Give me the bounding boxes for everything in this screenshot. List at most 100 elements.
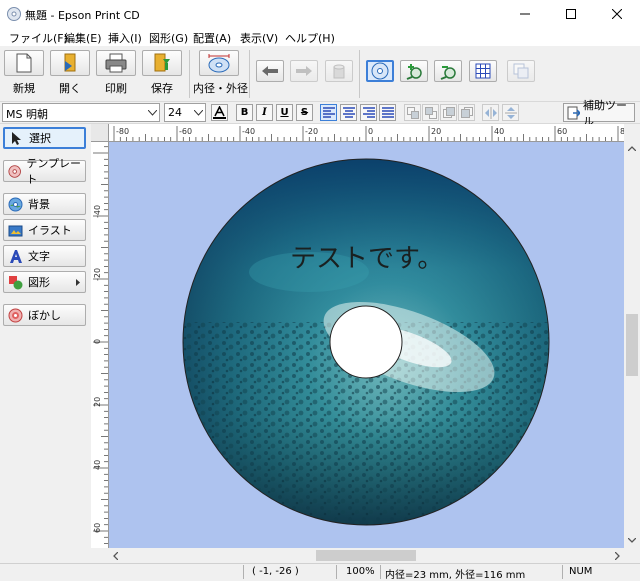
- new-button[interactable]: [4, 50, 44, 76]
- status-separator: [243, 565, 244, 579]
- ruler-label: 80: [620, 127, 624, 136]
- background-button[interactable]: 背景: [3, 193, 86, 215]
- vertical-ruler-scale: -40 -20 0 20 40 60: [93, 146, 108, 545]
- select-tool-button[interactable]: 選択: [3, 127, 86, 149]
- backward-button[interactable]: [458, 104, 475, 121]
- assist-tool-icon: [567, 106, 580, 119]
- tool-panel: 選択 テンプレート 背景 イラスト 文字 図形 ぼかし: [0, 124, 91, 564]
- undo-button[interactable]: [256, 60, 284, 82]
- bring-front-button[interactable]: [404, 104, 421, 121]
- print-label: 印刷: [105, 82, 127, 95]
- scroll-left-icon[interactable]: [113, 552, 118, 560]
- ruler-label: -20: [305, 127, 318, 136]
- align-right-button[interactable]: [360, 104, 377, 121]
- flip-horizontal-button[interactable]: [482, 104, 499, 121]
- font-name-select[interactable]: MS 明朝: [2, 103, 160, 122]
- scroll-right-icon[interactable]: [615, 552, 620, 560]
- text-color-button[interactable]: [211, 104, 228, 121]
- disc-view-icon: [371, 62, 389, 80]
- forward-button[interactable]: [440, 104, 457, 121]
- align-center-icon: [342, 107, 355, 118]
- num-lock-indicator: NUM: [569, 566, 593, 577]
- menu-insert[interactable]: 挿入(I): [108, 30, 142, 46]
- justify-icon: [381, 107, 394, 118]
- close-button[interactable]: [594, 0, 640, 28]
- template-icon: [8, 164, 21, 178]
- background-icon: [8, 197, 23, 211]
- ruler-label: -40: [93, 205, 102, 218]
- vertical-scroll-thumb[interactable]: [626, 314, 638, 376]
- toolbar-separator: [359, 50, 360, 98]
- zoom-out-button[interactable]: [434, 60, 462, 82]
- scroll-up-icon[interactable]: [628, 146, 636, 151]
- blur-icon: [8, 308, 23, 322]
- text-tool-label: 文字: [28, 250, 50, 263]
- assist-tool-button[interactable]: 補助ツール: [563, 99, 635, 128]
- zoom-in-button[interactable]: [400, 60, 428, 82]
- full-view-button[interactable]: [366, 60, 394, 82]
- illust-button[interactable]: イラスト: [3, 219, 86, 241]
- open-button[interactable]: [50, 50, 90, 76]
- horizontal-scrollbar[interactable]: [109, 548, 624, 563]
- strike-button[interactable]: S: [296, 104, 313, 121]
- text-tool-icon: [10, 249, 22, 263]
- menu-edit[interactable]: 編集(E): [64, 30, 102, 46]
- menu-file[interactable]: ファイル(F): [9, 30, 68, 46]
- font-size-select[interactable]: 24: [164, 103, 206, 122]
- horizontal-scroll-thumb[interactable]: [316, 550, 416, 561]
- underline-button[interactable]: U: [276, 104, 293, 121]
- flip-vertical-button[interactable]: [502, 104, 519, 121]
- status-separator: [380, 565, 381, 579]
- print-canvas[interactable]: テストです。: [109, 142, 624, 548]
- send-back-button[interactable]: [422, 104, 439, 121]
- fit-page-icon: [513, 63, 529, 79]
- print-button[interactable]: [96, 50, 136, 76]
- pointer-icon: [12, 131, 21, 145]
- menu-view[interactable]: 表示(V): [240, 30, 278, 46]
- new-label: 新規: [13, 82, 35, 95]
- zoom-level: 100%: [346, 566, 375, 577]
- shape-tool-icon: [9, 275, 23, 289]
- ruler-label: -80: [116, 127, 129, 136]
- maximize-icon: [566, 9, 576, 19]
- align-center-button[interactable]: [340, 104, 357, 121]
- diameter-button[interactable]: [199, 50, 239, 76]
- ruler-label: 40: [494, 127, 504, 136]
- save-button[interactable]: [142, 50, 182, 76]
- vertical-scrollbar[interactable]: [624, 142, 640, 548]
- minimize-icon: [520, 13, 530, 15]
- font-name-value: MS 明朝: [6, 108, 48, 121]
- justify-button[interactable]: [379, 104, 396, 121]
- bold-button[interactable]: B: [236, 104, 253, 121]
- scroll-down-icon[interactable]: [628, 538, 636, 543]
- maximize-button[interactable]: [548, 0, 594, 28]
- italic-button[interactable]: I: [256, 104, 273, 121]
- menu-help[interactable]: ヘルプ(H): [285, 30, 335, 46]
- new-document-icon: [16, 53, 32, 73]
- cursor-coords: ( -1, -26 ): [252, 566, 299, 577]
- menu-arrange[interactable]: 配置(A): [193, 30, 231, 46]
- menu-shape[interactable]: 図形(G): [149, 30, 188, 46]
- close-icon: [612, 9, 622, 19]
- title-bar: 無題 - Epson Print CD: [0, 0, 640, 28]
- illust-icon: [8, 225, 23, 236]
- grid-icon: [475, 63, 491, 79]
- status-separator: [336, 565, 337, 579]
- delete-button[interactable]: [325, 60, 353, 82]
- blur-button[interactable]: ぼかし: [3, 304, 86, 326]
- template-button[interactable]: テンプレート: [3, 157, 86, 186]
- text-tool-button[interactable]: 文字: [3, 245, 86, 267]
- ruler-label: -20: [93, 268, 102, 281]
- eraser-icon: [333, 64, 345, 79]
- shape-tool-button[interactable]: 図形: [3, 271, 86, 293]
- minimize-button[interactable]: [502, 0, 548, 28]
- disc-text[interactable]: テストです。: [290, 238, 443, 275]
- align-right-icon: [362, 107, 375, 118]
- redo-button[interactable]: [290, 60, 318, 82]
- align-left-button[interactable]: [320, 104, 337, 121]
- grid-button[interactable]: [469, 60, 497, 82]
- bring-front-icon: [406, 106, 419, 119]
- fit-button[interactable]: [507, 60, 535, 82]
- diameter-label: 内径・外径: [193, 82, 248, 95]
- open-label: 開く: [59, 82, 81, 95]
